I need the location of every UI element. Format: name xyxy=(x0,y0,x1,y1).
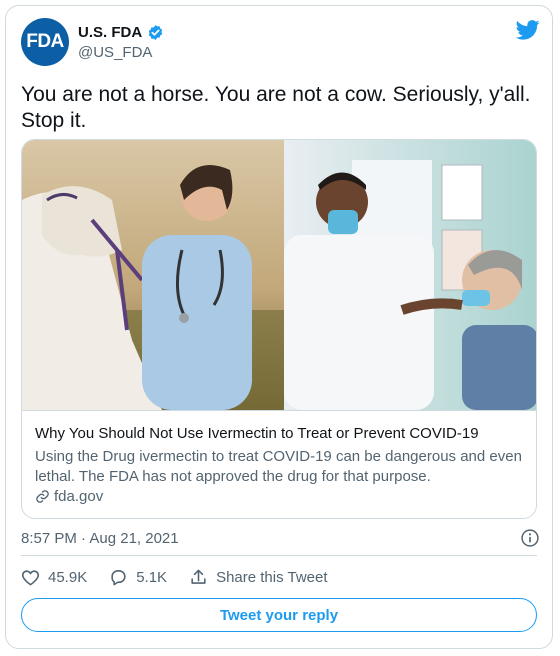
reply-action[interactable]: 5.1K xyxy=(109,568,167,587)
info-icon[interactable] xyxy=(520,528,540,548)
share-label: Share this Tweet xyxy=(216,569,328,586)
avatar[interactable]: FDA xyxy=(21,18,69,66)
link-icon xyxy=(36,490,49,503)
tweet-actions: 45.9K 5.1K Share this Tweet xyxy=(21,568,350,587)
name-row: U.S. FDA xyxy=(78,24,164,41)
link-card-description: Using the Drug ivermectin to treat COVID… xyxy=(35,448,522,485)
divider xyxy=(21,555,537,556)
heart-icon xyxy=(21,570,40,586)
share-icon xyxy=(191,569,206,584)
tweet-timestamp[interactable]: 8:57 PM · Aug 21, 2021 xyxy=(21,530,179,547)
link-card-domain[interactable]: fda.gov xyxy=(35,488,103,505)
tweet-text: You are not a horse. You are not a cow. … xyxy=(21,83,531,132)
link-card-title[interactable]: Why You Should Not Use Ivermectin to Tre… xyxy=(35,425,479,442)
link-card-body[interactable]: Why You Should Not Use Ivermectin to Tre… xyxy=(22,410,536,518)
like-count: 45.9K xyxy=(48,569,88,586)
display-name[interactable]: U.S. FDA xyxy=(78,24,142,41)
tweet-reply-button[interactable]: Tweet your reply xyxy=(21,598,537,632)
reply-count: 5.1K xyxy=(136,569,168,586)
link-card-domain-text: fda.gov xyxy=(54,488,104,505)
share-action[interactable]: Share this Tweet xyxy=(189,568,328,587)
verified-badge-icon xyxy=(148,25,163,40)
fda-logo-text: FDA xyxy=(26,31,64,52)
link-card-image[interactable] xyxy=(22,140,537,410)
twitter-bird-icon[interactable] xyxy=(516,20,540,40)
reply-icon xyxy=(111,569,126,586)
link-card[interactable]: Why You Should Not Use Ivermectin to Tre… xyxy=(21,139,537,519)
like-action[interactable]: 45.9K xyxy=(21,568,87,587)
handle[interactable]: @US_FDA xyxy=(78,44,152,61)
